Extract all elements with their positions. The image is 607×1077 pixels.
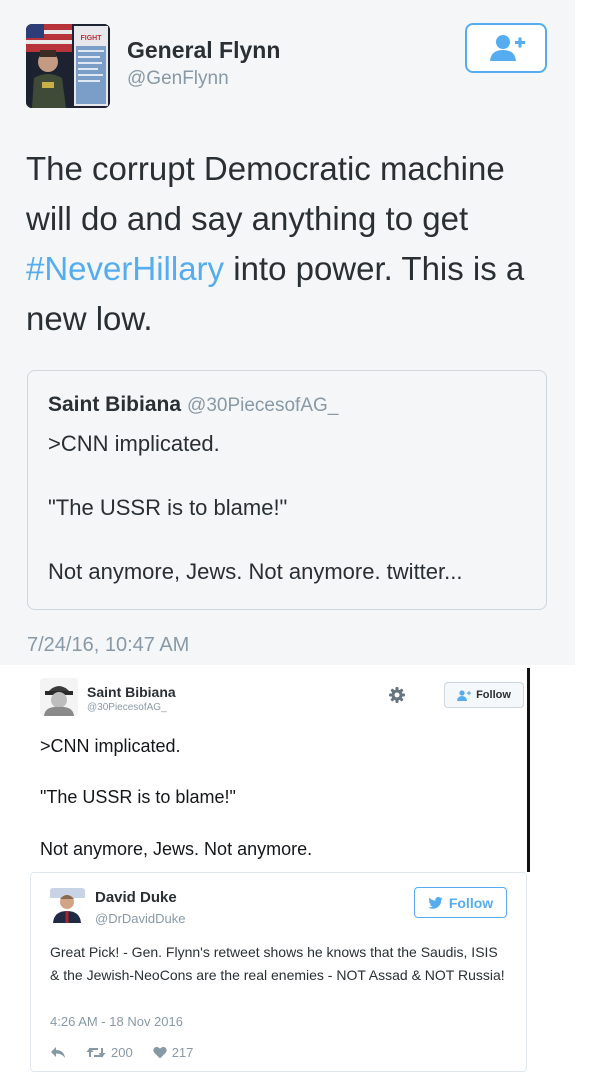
hashtag-link[interactable]: #NeverHillary — [26, 250, 224, 287]
duke-handle[interactable]: @DrDavidDuke — [95, 911, 186, 926]
retweet-count: 200 — [111, 1044, 133, 1060]
flynn-handle[interactable]: @GenFlynn — [127, 68, 229, 90]
follow-label: Follow — [448, 894, 494, 911]
flynn-timestamp[interactable]: 7/24/16, 10:47 AM — [27, 634, 189, 657]
duke-avatar[interactable] — [50, 888, 85, 923]
bibiana-tweet: Saint Bibiana @30PiecesofAG_ Follow >CNN… — [30, 668, 530, 872]
like-count: 217 — [171, 1044, 194, 1060]
gear-icon[interactable] — [388, 686, 406, 704]
flynn-avatar[interactable]: FIGHT — [26, 24, 110, 108]
retweet-button[interactable]: 200 — [86, 1045, 133, 1060]
quoted-author: Saint Bibiana @30PiecesofAG_ — [48, 393, 338, 417]
tweet-text-part: The corrupt Democratic machine will do a… — [26, 150, 505, 237]
follow-button[interactable] — [465, 23, 547, 73]
tweet-line: >CNN implicated. — [40, 736, 181, 756]
tweet-line: "The USSR is to blame!" — [40, 787, 236, 807]
reply-icon — [51, 1046, 65, 1058]
duke-tweet: David Duke @DrDavidDuke Follow Great Pic… — [30, 872, 527, 1072]
duke-tweet-text: Great Pick! - Gen. Flynn's retweet shows… — [50, 944, 505, 983]
duke-display-name[interactable]: David Duke — [95, 889, 177, 906]
tweet-actions: 200 217 — [50, 1044, 193, 1060]
bibiana-handle[interactable]: @30PiecesofAG_ — [87, 702, 167, 713]
add-user-icon — [490, 35, 525, 61]
retweet-icon — [86, 1047, 106, 1057]
quoted-line: Not anymore, Jews. Not anymore. twitter.… — [48, 559, 463, 584]
follow-label: Follow — [476, 689, 511, 701]
flynn-tweet: FIGHT General Flynn @GenFlynn The corrup… — [0, 0, 575, 665]
flynn-display-name[interactable]: General Flynn — [127, 37, 280, 64]
book-cover-word: FIGHT — [81, 35, 103, 42]
quoted-tweet-card[interactable]: Saint Bibiana @30PiecesofAG_ >CNN implica… — [27, 370, 547, 610]
quoted-handle: @30PiecesofAG_ — [187, 395, 339, 416]
duke-timestamp[interactable]: 4:26 AM - 18 Nov 2016 — [50, 1014, 183, 1029]
quoted-display-name: Saint Bibiana — [48, 393, 182, 416]
like-button[interactable]: 217 — [153, 1044, 194, 1060]
reply-button[interactable] — [50, 1046, 66, 1059]
bibiana-avatar[interactable] — [40, 678, 78, 716]
twitter-bird-icon — [428, 896, 443, 909]
add-user-icon — [457, 689, 472, 701]
flynn-tweet-text: The corrupt Democratic machine will do a… — [26, 144, 556, 344]
bibiana-display-name[interactable]: Saint Bibiana — [87, 684, 176, 700]
quoted-line: >CNN implicated. — [48, 431, 220, 456]
follow-button[interactable]: Follow — [414, 887, 507, 918]
heart-icon — [153, 1046, 167, 1058]
tweet-line: Not anymore, Jews. Not anymore. — [40, 839, 313, 859]
quoted-line: "The USSR is to blame!" — [48, 495, 288, 520]
follow-button[interactable]: Follow — [444, 682, 524, 708]
